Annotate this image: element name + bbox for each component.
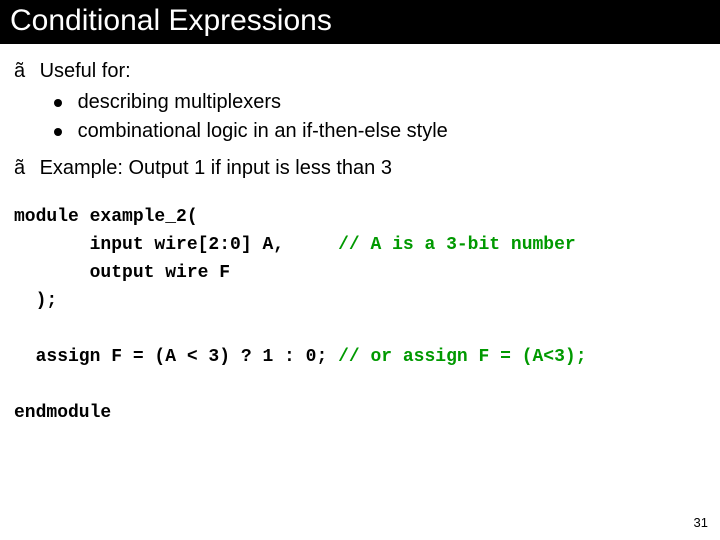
code-line: ); [14, 291, 57, 311]
code-line: module example_2( [14, 207, 198, 227]
page-number: 31 [694, 515, 708, 530]
code-line: assign F = (A < 3) ? 1 : 0; [14, 347, 338, 367]
code-line: output wire F [14, 263, 230, 283]
sub-bullet-text: describing multiplexers [78, 91, 281, 113]
code-comment: // or assign F = (A<3); [338, 347, 586, 367]
sub-bullet-list: describing multiplexers combinational lo… [54, 89, 706, 145]
sub-bullet: describing multiplexers [54, 89, 706, 116]
slide-title: Conditional Expressions [0, 0, 720, 44]
sub-bullet: combinational logic in an if-then-else s… [54, 118, 706, 145]
sub-bullet-text: combinational logic in an if-then-else s… [78, 120, 448, 142]
code-block: module example_2( input wire[2:0] A, // … [14, 204, 706, 427]
code-line: input wire[2:0] A, [14, 235, 338, 255]
code-comment: // A is a 3-bit number [338, 235, 576, 255]
slide-body: ã Useful for: describing multiplexers co… [0, 44, 720, 428]
bullet-marker: ã [14, 155, 34, 182]
disc-icon [54, 117, 72, 144]
bullet-useful-for: ã Useful for: [14, 58, 706, 85]
bullet-text: Useful for: [40, 58, 131, 85]
bullet-marker: ã [14, 58, 34, 85]
bullet-text: Example: Output 1 if input is less than … [40, 155, 392, 182]
disc-icon [54, 88, 72, 115]
bullet-example: ã Example: Output 1 if input is less tha… [14, 155, 706, 182]
code-line: endmodule [14, 403, 111, 423]
